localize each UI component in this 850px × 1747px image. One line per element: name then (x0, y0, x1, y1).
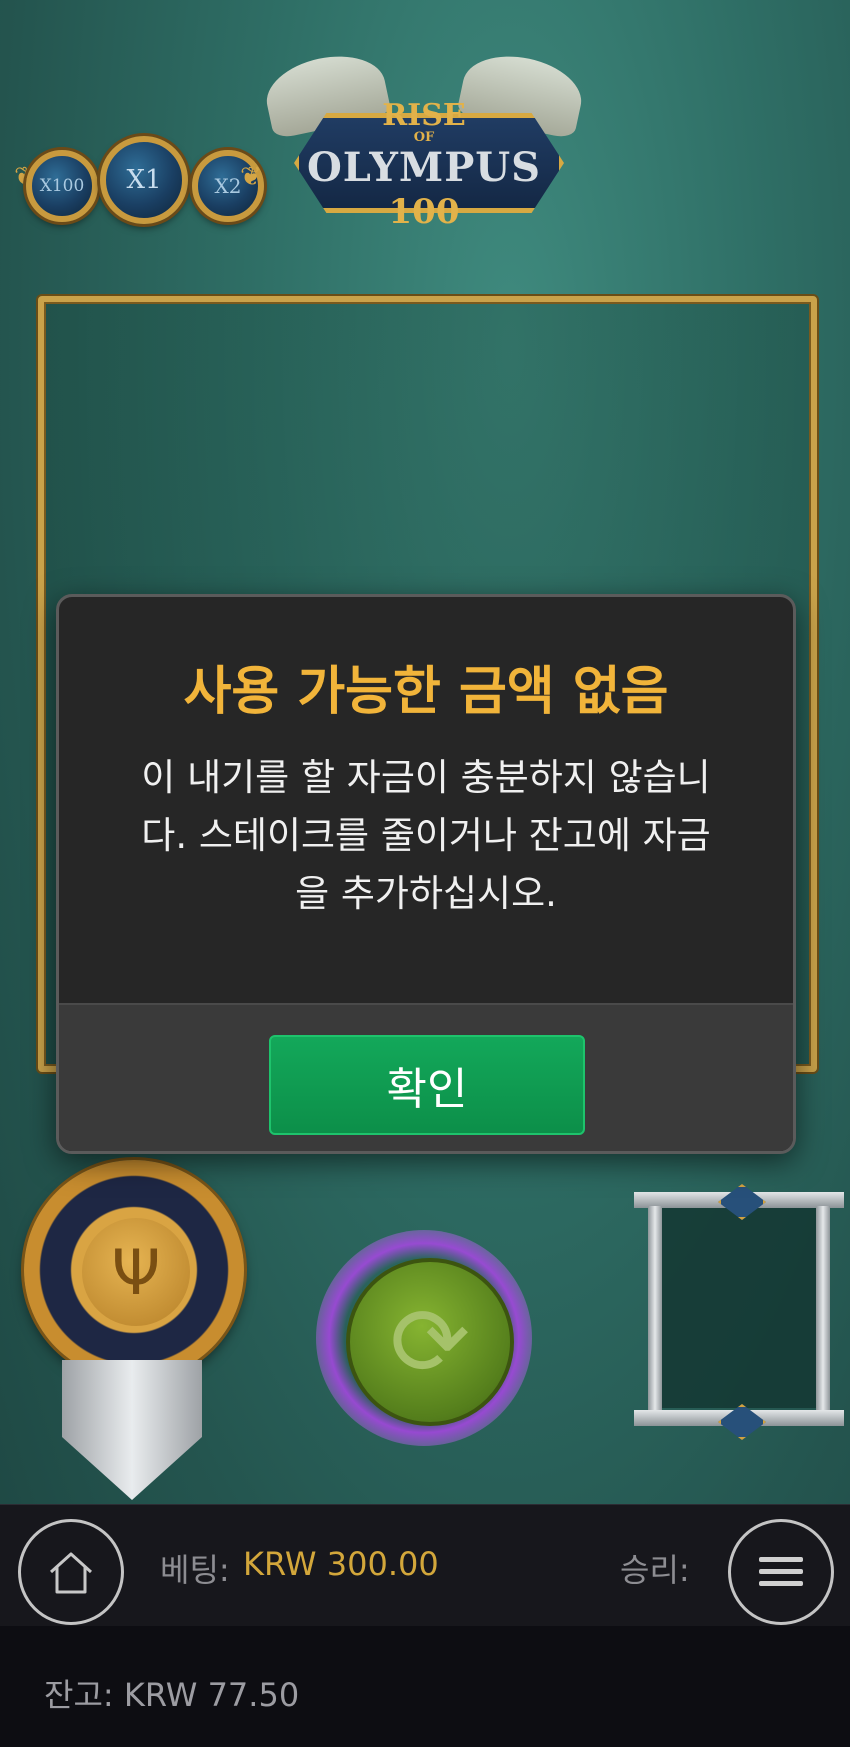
bet-value[interactable]: KRW 300.00 (243, 1545, 439, 1583)
home-button[interactable] (18, 1519, 124, 1625)
dialog-message-line: 다. 스테이크를 줄이거나 잔고에 자금 (141, 814, 711, 857)
dialog-message-line: 이 내기를 할 자금이 충분하지 않습니 (141, 756, 711, 799)
dialog-title: 사용 가능한 금액 없음 (183, 662, 669, 722)
trident-icon: Ψ (82, 1218, 190, 1326)
side-frame-panel (656, 1208, 822, 1408)
logo-line1: RISE (382, 98, 466, 133)
menu-icon (759, 1557, 803, 1586)
insufficient-funds-dialog: 사용 가능한 금액 없음 이 내기를 할 자금이 충분하지 않습니 다. 스테이… (56, 594, 796, 1154)
multiplier-x1[interactable]: X1 (100, 136, 188, 224)
home-icon (49, 1552, 93, 1594)
side-frame-post-right (816, 1206, 830, 1410)
logo-line2: OF (413, 130, 435, 145)
menu-button[interactable] (728, 1519, 834, 1625)
logo-line3: OLYMPUS (306, 144, 542, 191)
multiplier-x100[interactable]: X100 (26, 150, 98, 222)
dialog-message: 이 내기를 할 자금이 충분하지 않습니 다. 스테이크를 줄이거나 잔고에 자… (99, 749, 753, 923)
laurel-icon: ❦ (240, 162, 262, 192)
bet-label: 베팅: (160, 1551, 230, 1589)
feature-badge[interactable]: Ψ (20, 1160, 252, 1500)
logo-line4: 100 (388, 192, 460, 232)
side-frame-post-left (648, 1206, 662, 1410)
multiplier-selector: ❦ X100 X1 X2 ❦ (14, 128, 272, 228)
spin-icon: ⟳ (389, 1286, 471, 1398)
ok-button[interactable]: 확인 (269, 1035, 585, 1135)
balance-bar: 잔고: KRW 77.50 (0, 1626, 850, 1747)
side-frame (634, 1184, 844, 1440)
balance-text: 잔고: KRW 77.50 (44, 1676, 300, 1714)
dialog-message-line: 을 추가하십시오. (295, 872, 557, 915)
badge-banner (62, 1360, 202, 1500)
win-label: 승리: (620, 1551, 690, 1589)
game-logo: RISE OF OLYMPUS 100 (260, 46, 588, 238)
dialog-footer: 확인 (59, 1003, 793, 1151)
bottom-bar: 베팅: KRW 300.00 승리: (0, 1504, 850, 1627)
spin-button[interactable]: ⟳ (346, 1258, 514, 1426)
